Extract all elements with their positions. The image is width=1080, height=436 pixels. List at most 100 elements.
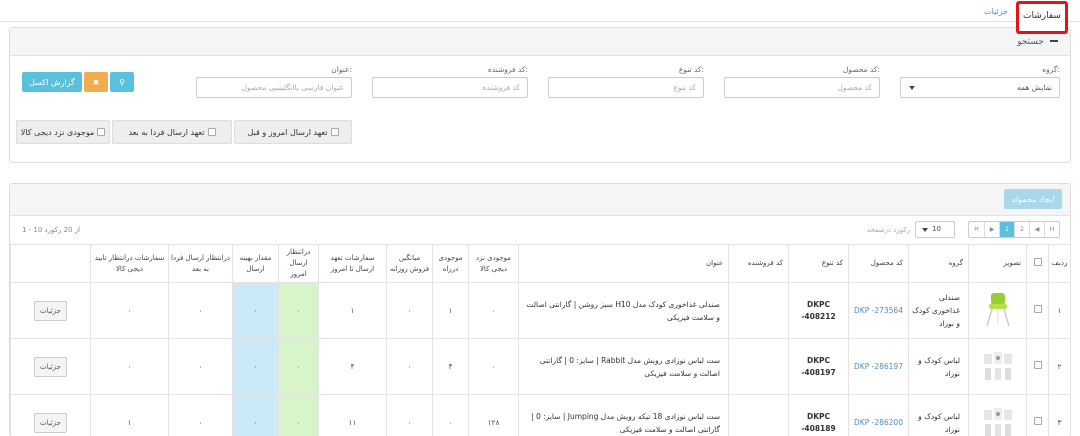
seller-code-input[interactable]: کد فروشنده: [372, 77, 528, 98]
prev-page-button[interactable]: ◀: [1029, 222, 1044, 237]
per-page-label: رکورد درصفحه: [866, 226, 910, 234]
row-wait-tomorrow: ۰: [168, 338, 233, 395]
search-panel-title: جستجو: [1017, 37, 1044, 47]
checkbox[interactable]: [207, 128, 216, 136]
details-button[interactable]: جزئیات: [34, 412, 67, 433]
th-row: ردیف: [1048, 244, 1071, 283]
th-actions: [10, 244, 91, 283]
row-number: ۱: [1048, 282, 1071, 339]
row-wait-today: ۰: [278, 282, 319, 339]
row-select: [1026, 338, 1049, 395]
th-commit-today: سفارشات تعهد ارسال تا امروز: [318, 244, 387, 283]
product-image: [968, 394, 1027, 436]
row-pending: ۰: [90, 282, 169, 339]
next-page-button[interactable]: ▶: [984, 222, 999, 237]
create-shipment-button[interactable]: ایجاد محموله: [1004, 189, 1062, 209]
row-optimal: ۰: [232, 338, 279, 395]
th-wait-tomorrow: درانتظار ارسال فردا به بعد: [168, 244, 233, 283]
table-row: ۱ صندلی غذاخوری کودک و نوزاد DKP -273564…: [10, 282, 1071, 339]
page-1-button[interactable]: 1: [999, 222, 1014, 237]
search-panel: جستجو گروه: نمایش همه کد محصول: کد محصول…: [9, 27, 1071, 163]
row-product-code[interactable]: DKP -273564: [848, 282, 909, 339]
search-button[interactable]: ⚲: [110, 72, 134, 92]
th-group: گروه: [908, 244, 969, 283]
eraser-icon: ✖: [92, 77, 100, 87]
tab-bar: سفارشات جزئیات: [0, 0, 1080, 34]
row-number: ۳: [1048, 394, 1071, 436]
row-commit-today: ۱۱: [318, 394, 387, 436]
row-stock: ۰: [468, 338, 519, 395]
variant-code-label: کد تنوع:: [678, 65, 704, 74]
row-title: ست لباس نوزادی 18 تیکه رویش مدل Jumping …: [518, 394, 729, 436]
baby-clothes-image: [983, 407, 1012, 436]
row-avg-sales: ۰: [386, 282, 433, 339]
high-chair-image: [985, 292, 1010, 326]
details-button[interactable]: جزئیات: [34, 300, 67, 321]
page-2-button[interactable]: 2: [1014, 222, 1029, 237]
select-all-checkbox[interactable]: [1033, 257, 1042, 266]
per-page-select[interactable]: 10: [915, 221, 955, 238]
tab-details[interactable]: جزئیات: [984, 7, 1008, 16]
th-on-road: موجودی درراه: [432, 244, 469, 283]
row-select: [1026, 394, 1049, 436]
search-panel-header: جستجو: [10, 28, 1070, 56]
row-actions: جزئیات: [10, 394, 91, 436]
row-on-road: ۱: [432, 282, 469, 339]
row-variant-code: DKPC -408212: [788, 282, 849, 339]
search-icon: ⚲: [119, 77, 125, 87]
th-title: عنوان: [518, 244, 729, 283]
row-product-code[interactable]: DKP -286200: [848, 394, 909, 436]
pager: H ▶ 1 2 ◀ H: [968, 221, 1060, 238]
title-label: عنوان:: [331, 65, 352, 74]
row-on-road: ۰: [432, 394, 469, 436]
checkbox[interactable]: [330, 128, 339, 136]
row-optimal: ۰: [232, 394, 279, 436]
orders-table: ردیف تصویر گروه کد محصول کد تنوع کد فروش…: [10, 244, 1071, 436]
th-avg-sales: میانگین فروش روزانه: [386, 244, 433, 283]
row-checkbox[interactable]: [1033, 416, 1042, 425]
row-group: لباس کودک و نوزاد: [908, 338, 969, 395]
chk-stock-digikala-label: موجودی نزد دیجی کالا: [20, 127, 95, 137]
th-variant-code: کد تنوع: [788, 244, 849, 283]
checkbox[interactable]: [97, 128, 106, 136]
last-page-button[interactable]: H: [969, 222, 984, 237]
title-input[interactable]: عنوان فارسی یاانگلیسی محصول: [196, 77, 352, 98]
details-button[interactable]: جزئیات: [34, 356, 67, 377]
row-seller-code: [728, 394, 789, 436]
clear-button[interactable]: ✖: [84, 72, 108, 92]
variant-code-input[interactable]: کد تنوع: [548, 77, 704, 98]
table-header: ردیف تصویر گروه کد محصول کد تنوع کد فروش…: [10, 244, 1071, 283]
group-select[interactable]: نمایش همه: [900, 77, 1060, 98]
row-pending: ۱: [90, 394, 169, 436]
product-code-input[interactable]: کد محصول: [724, 77, 880, 98]
chk-stock-digikala[interactable]: موجودی نزد دیجی کالا: [16, 120, 110, 144]
row-variant-code: DKPC -408197: [788, 338, 849, 395]
row-product-code[interactable]: DKP -286197: [848, 338, 909, 395]
th-pending-approval: سفارشات درانتظار تایید دیجی کالا: [90, 244, 169, 283]
row-actions: جزئیات: [10, 338, 91, 395]
row-on-road: ۴: [432, 338, 469, 395]
excel-report-button[interactable]: گزارش اکسل: [22, 72, 82, 92]
tab-orders[interactable]: سفارشات: [1016, 1, 1068, 34]
th-optimal: مقدار بهینه ارسال: [232, 244, 279, 283]
first-page-button[interactable]: H: [1044, 222, 1059, 237]
row-stock: ۱۲۸: [468, 394, 519, 436]
th-seller-code: کد فروشنده: [728, 244, 789, 283]
chk-commit-tomorrow[interactable]: تعهد ارسال فردا به بعد: [112, 120, 232, 144]
product-image: [968, 338, 1027, 395]
row-checkbox[interactable]: [1033, 304, 1042, 313]
chk-commit-today[interactable]: تعهد ارسال امروز و قبل: [234, 120, 352, 144]
th-image: تصویر: [968, 244, 1027, 283]
record-count: 1 - 10 از 20 رکورد: [22, 226, 81, 234]
chevron-down-icon: [909, 86, 915, 90]
list-panel-header: ایجاد محموله: [10, 184, 1070, 216]
row-wait-today: ۰: [278, 338, 319, 395]
chk-commit-today-label: تعهد ارسال امروز و قبل: [247, 127, 328, 137]
th-stock: موجودی نزد دیجی کالا: [468, 244, 519, 283]
baby-clothes-image: [983, 351, 1012, 380]
collapse-icon[interactable]: [1050, 40, 1058, 42]
row-actions: جزئیات: [10, 282, 91, 339]
row-checkbox[interactable]: [1033, 360, 1042, 369]
product-image: [968, 282, 1027, 339]
row-group: لباس کودک و نوزاد: [908, 394, 969, 436]
